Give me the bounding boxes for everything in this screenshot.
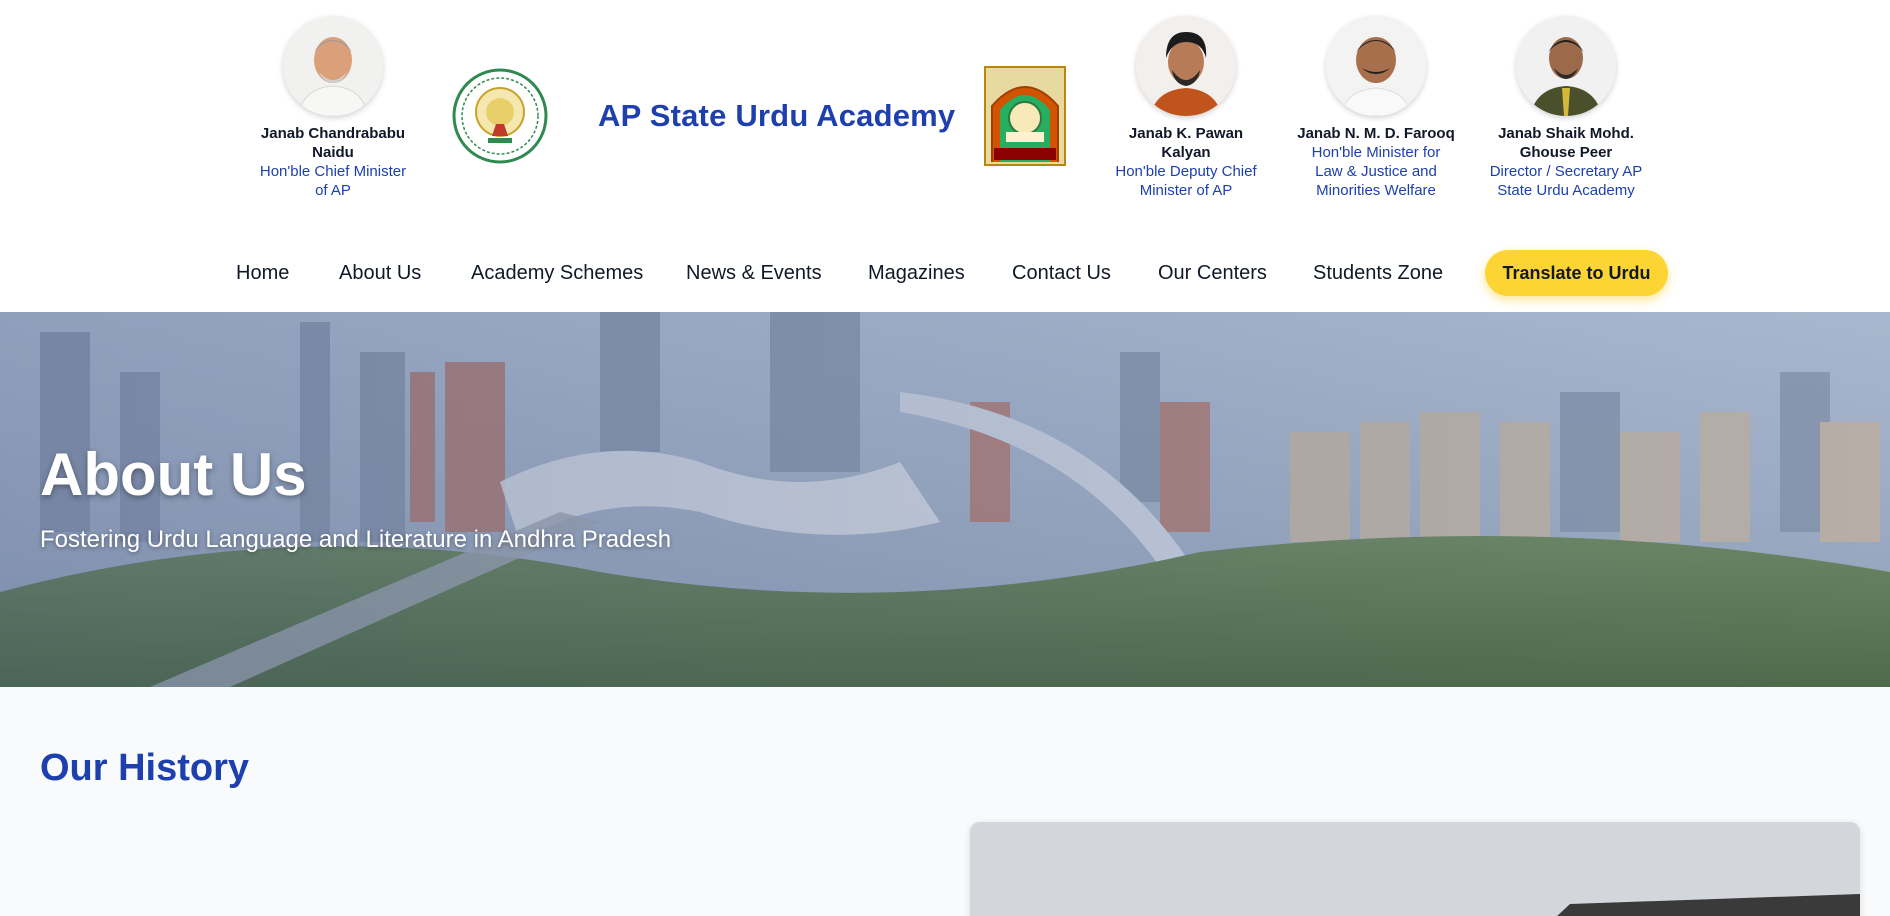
hero-banner: About Us Fostering Urdu Language and Lit… xyxy=(0,312,1890,687)
translate-to-urdu-button[interactable]: Translate to Urdu xyxy=(1485,250,1668,296)
nav-news-events[interactable]: News & Events xyxy=(686,262,822,285)
leader-card-chief-minister: Janab Chandrababu Naidu Hon'ble Chief Mi… xyxy=(253,16,413,200)
avatar xyxy=(283,16,383,116)
leader-name: Janab Shaik Mohd. Ghouse Peer xyxy=(1498,125,1634,161)
leader-role: Hon'ble Deputy Chief Minister of AP xyxy=(1115,163,1257,199)
hero-title: About Us xyxy=(40,441,307,508)
history-section: Our History xyxy=(0,687,1890,916)
history-image xyxy=(970,822,1860,916)
leader-card-minister-minorities: Janab N. M. D. Farooq Hon'ble Minister f… xyxy=(1296,16,1456,200)
urdu-academy-logo-icon xyxy=(984,66,1066,166)
nav-our-centers[interactable]: Our Centers xyxy=(1158,262,1267,285)
nav-magazines[interactable]: Magazines xyxy=(868,262,965,285)
leader-role: Hon'ble Minister for Law & Justice and M… xyxy=(1311,144,1441,199)
leader-name: Janab Chandrababu Naidu xyxy=(260,125,406,161)
nav-students-zone[interactable]: Students Zone xyxy=(1313,262,1443,285)
leader-name: Janab K. Pawan Kalyan xyxy=(1128,125,1244,161)
nav-about-us[interactable]: About Us xyxy=(339,262,421,285)
leader-name: Janab N. M. D. Farooq xyxy=(1297,125,1455,142)
main-navigation: Home About Us Academy Schemes News & Eve… xyxy=(0,250,1890,298)
nav-home[interactable]: Home xyxy=(236,262,289,285)
nav-academy-schemes[interactable]: Academy Schemes xyxy=(471,262,643,285)
nav-contact-us[interactable]: Contact Us xyxy=(1012,262,1111,285)
site-header: Janab Chandrababu Naidu Hon'ble Chief Mi… xyxy=(0,0,1890,312)
avatar xyxy=(1516,16,1616,116)
avatar xyxy=(1136,16,1236,116)
section-title: Our History xyxy=(40,747,250,789)
hero-subtitle: Fostering Urdu Language and Literature i… xyxy=(40,526,672,553)
leader-role: Director / Secretary AP State Urdu Acade… xyxy=(1489,163,1643,199)
ap-government-seal-icon xyxy=(452,66,548,166)
site-title[interactable]: AP State Urdu Academy xyxy=(598,98,955,134)
leader-card-deputy-chief-minister: Janab K. Pawan Kalyan Hon'ble Deputy Chi… xyxy=(1106,16,1266,200)
avatar xyxy=(1326,16,1426,116)
leader-role: Hon'ble Chief Minister of AP xyxy=(259,163,407,199)
leader-card-director: Janab Shaik Mohd. Ghouse Peer Director /… xyxy=(1486,16,1646,200)
